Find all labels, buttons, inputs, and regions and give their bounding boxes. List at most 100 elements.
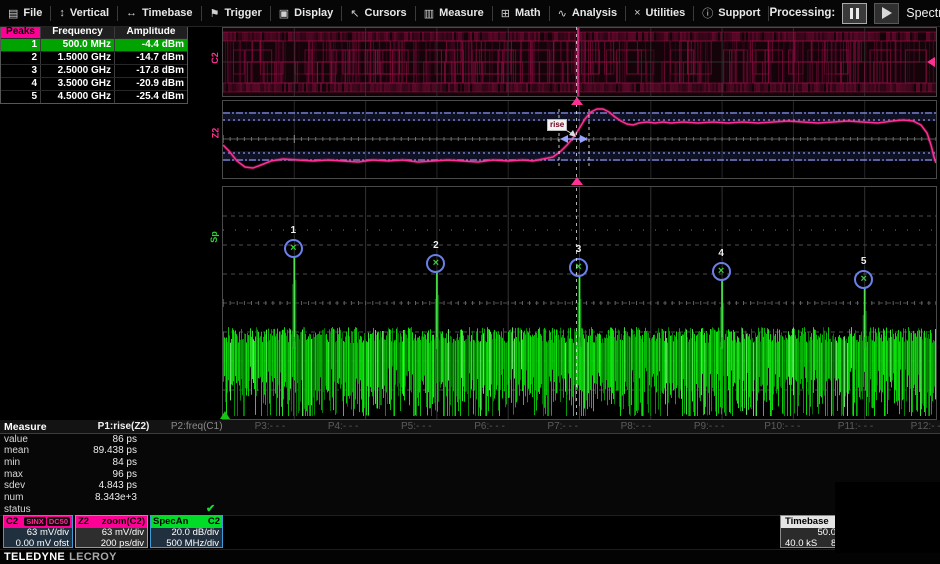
- menu-item-label: Trigger: [224, 7, 261, 19]
- peaks-table-row[interactable]: 21.5000 GHz-14.7 dBm: [1, 51, 187, 64]
- peak-number: 2: [1, 52, 41, 64]
- measure-column-header[interactable]: P10:- - -: [745, 421, 819, 432]
- menu-item-label: Support: [718, 7, 760, 19]
- measure-column-header[interactable]: P4:- - -: [306, 421, 380, 432]
- play-button[interactable]: [874, 3, 899, 24]
- pause-button[interactable]: [842, 3, 867, 24]
- peak-marker-5[interactable]: ×: [854, 270, 873, 289]
- trigger-level-marker[interactable]: [927, 57, 935, 67]
- menu-item-label: Vertical: [70, 7, 109, 19]
- peak-amplitude: -17.8 dBm: [115, 65, 187, 77]
- peak-amplitude: -4.4 dBm: [115, 39, 187, 51]
- brand-lecroy: LECROY: [69, 551, 117, 563]
- peak-number: 4: [1, 78, 41, 90]
- pause-icon: [850, 8, 853, 19]
- spectrum-grid[interactable]: [222, 186, 937, 420]
- z2-trace-label: Z2: [210, 128, 220, 139]
- measure-column-header[interactable]: P6:- - -: [453, 421, 527, 432]
- peaks-table-row[interactable]: 1500.0 MHz-4.4 dBm: [1, 38, 187, 51]
- menu-item-trigger[interactable]: ⚑ Trigger: [202, 0, 270, 26]
- measure-column-header[interactable]: P1:rise(Z2): [87, 421, 161, 432]
- menu-item-measure[interactable]: ▥ Measure: [416, 0, 492, 26]
- measure-p1-value: 96 ps: [57, 469, 137, 481]
- peak-frequency: 1.5000 GHz: [41, 52, 115, 64]
- timebase-icon: ↔: [126, 7, 137, 19]
- peak-frequency: 500.0 MHz: [41, 39, 115, 51]
- z2-zoom-descriptor[interactable]: Z2 zoom(C2) 63 mV/div 200 ps/div: [75, 515, 148, 548]
- measure-column-header[interactable]: P2:freq(C1): [160, 421, 234, 432]
- measure-header-row: Measure P1:rise(Z2)P2:freq(C1)P3:- - -P4:…: [0, 420, 940, 434]
- analysis-icon: ∿: [558, 7, 567, 20]
- menu-item-analysis[interactable]: ∿Analysis: [550, 0, 625, 26]
- peaks-table-row[interactable]: 43.5000 GHz-20.9 dBm: [1, 77, 187, 90]
- peak-marker-4[interactable]: ×: [712, 262, 731, 281]
- c2-channel-descriptor[interactable]: C2 SINXDC50 63 mV/div 0.00 mV ofst: [3, 515, 73, 548]
- measure-p1-value: 4.843 ps: [57, 480, 137, 492]
- menu-item-file[interactable]: ▤File: [0, 0, 50, 26]
- peak-amplitude: -14.7 dBm: [115, 52, 187, 64]
- trigger-position-marker-bottom[interactable]: [571, 177, 583, 185]
- vertical-icon: ↕: [59, 7, 65, 19]
- menu-item-math[interactable]: ⊞Math: [493, 0, 549, 26]
- peak-marker-1[interactable]: ×: [284, 239, 303, 258]
- status-check-icon: ✔: [206, 503, 215, 515]
- z2-zoom-grid[interactable]: [222, 100, 937, 179]
- measure-column-header[interactable]: P11:- - -: [819, 421, 893, 432]
- processing-label: Processing:: [769, 7, 835, 19]
- measure-row-label: num: [4, 492, 23, 504]
- menu-item-cursors[interactable]: ↖Cursors: [342, 0, 414, 26]
- trigger-icon: ⚑: [210, 7, 220, 20]
- peak-amplitude: -20.9 dBm: [115, 78, 187, 90]
- brand-teledyne: TELEDYNE: [4, 551, 65, 563]
- menu-item-display[interactable]: ▣ Display: [271, 0, 342, 26]
- peak-frequency: 3.5000 GHz: [41, 78, 115, 90]
- menu-item-vertical[interactable]: ↕ Vertical: [51, 0, 117, 26]
- c2-vdiv: 63 mV/div: [7, 528, 69, 539]
- peak-number-label: 3: [569, 244, 589, 255]
- menu-item-label: Display: [294, 7, 333, 19]
- play-icon: [882, 7, 892, 19]
- utilities-icon: ×: [634, 7, 640, 19]
- measure-table: Measure P1:rise(Z2)P2:freq(C1)P3:- - -P4:…: [0, 420, 940, 516]
- specan-descriptor[interactable]: SpecAn C2 20.0 dB/div 500 MHz/div: [150, 515, 223, 548]
- measure-column-header[interactable]: P7:- - -: [526, 421, 600, 432]
- measure-column-header[interactable]: P12:- - -: [892, 421, 940, 432]
- measure-column-header[interactable]: P9:- - -: [672, 421, 746, 432]
- measure-column-header[interactable]: P8:- - -: [599, 421, 673, 432]
- c2-trace-grid[interactable]: [222, 27, 937, 97]
- spectrum-label: Spectrum: [906, 6, 940, 20]
- peak-number: 1: [1, 39, 41, 51]
- peaks-header-frequency: Frequency: [41, 26, 115, 38]
- trigger-cursor-line[interactable]: [576, 27, 577, 418]
- menu-item-timebase[interactable]: ↔Timebase: [118, 0, 201, 26]
- blank-overlay: [835, 482, 940, 553]
- measure-row-label: max: [4, 469, 23, 481]
- measure-icon: ▥: [424, 7, 434, 20]
- menu-item-support[interactable]: ⓘSupport: [694, 0, 768, 26]
- measure-row-label: value: [4, 434, 28, 446]
- trigger-position-marker-top[interactable]: [571, 97, 583, 105]
- menu-item-utilities[interactable]: ×Utilities: [626, 0, 693, 26]
- measure-column-header[interactable]: P5:- - -: [379, 421, 453, 432]
- peaks-table-row[interactable]: 54.5000 GHz-25.4 dBm: [1, 90, 187, 103]
- measure-title: Measure: [4, 421, 47, 433]
- peak-marker-3[interactable]: ×: [569, 258, 588, 277]
- z2-vdiv: 63 mV/div: [79, 528, 144, 539]
- oscilloscope-app: ▤File ↕ Vertical ↔Timebase ⚑ Trigger ▣ Display ↖…: [0, 0, 940, 564]
- specan-dbdiv: 20.0 dB/div: [154, 528, 219, 539]
- c2-descriptor-name: C2: [6, 516, 18, 528]
- timebase-tdiv: 50.0: [781, 528, 836, 539]
- peaks-table-row[interactable]: 32.5000 GHz-17.8 dBm: [1, 64, 187, 77]
- measure-row-label: mean: [4, 445, 29, 457]
- display-icon: ▣: [279, 7, 289, 20]
- peak-marker-2[interactable]: ×: [426, 254, 445, 273]
- peak-number: 5: [1, 91, 41, 103]
- timebase-samples: 40.0 kS: [785, 539, 817, 550]
- peaks-header-amplitude: Amplitude: [115, 26, 187, 38]
- c2-badge-dc50: DC50: [47, 517, 70, 526]
- spectrum-reference-marker: [220, 411, 230, 419]
- menu-item-label: Measure: [439, 7, 484, 19]
- rise-annotation: rise: [547, 119, 567, 131]
- c2-offset: 0.00 mV ofst: [7, 539, 69, 550]
- measure-column-header[interactable]: P3:- - -: [233, 421, 307, 432]
